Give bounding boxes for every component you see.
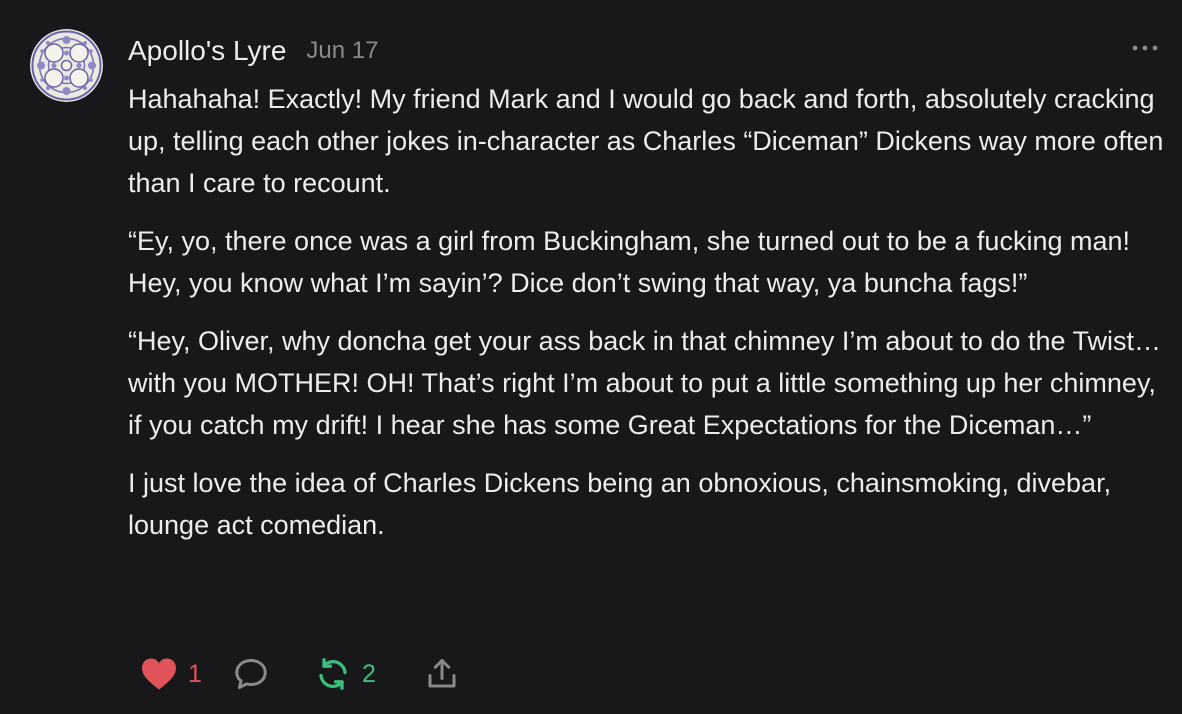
reply-button[interactable] xyxy=(232,656,314,692)
restack-count: 2 xyxy=(362,659,376,688)
comment-paragraph: I just love the idea of Charles Dickens … xyxy=(128,468,1112,540)
share-icon xyxy=(428,659,456,688)
action-bar: 1 2 xyxy=(140,652,460,696)
comment-paragraph: “Ey, yo, there once was a girl from Buck… xyxy=(128,226,1131,298)
comment: Apollo's Lyre Jun 17 Hahahaha! Exactly! … xyxy=(0,0,1182,714)
comment-paragraph: “Hey, Oliver, why doncha get your ass ba… xyxy=(128,326,1161,440)
share-button[interactable] xyxy=(424,656,460,692)
restack-arrows-icon xyxy=(319,658,347,690)
avatar[interactable] xyxy=(30,29,103,102)
like-button[interactable]: 1 xyxy=(140,657,232,691)
comment-body: Hahahaha! Exactly! My friend Mark and I … xyxy=(128,78,1168,562)
avatar-image xyxy=(30,29,103,102)
heart-icon xyxy=(142,658,176,690)
comment-date[interactable]: Jun 17 xyxy=(306,37,378,65)
author-name[interactable]: Apollo's Lyre xyxy=(128,35,286,67)
comment-paragraph: Hahahaha! Exactly! My friend Mark and I … xyxy=(128,84,1164,198)
more-options-button[interactable] xyxy=(1130,38,1160,58)
like-count: 1 xyxy=(188,659,202,688)
restack-button[interactable]: 2 xyxy=(314,656,424,692)
speech-bubble-icon xyxy=(235,659,267,689)
ellipsis-icon xyxy=(1132,45,1158,51)
comment-header: Apollo's Lyre Jun 17 xyxy=(128,30,378,72)
